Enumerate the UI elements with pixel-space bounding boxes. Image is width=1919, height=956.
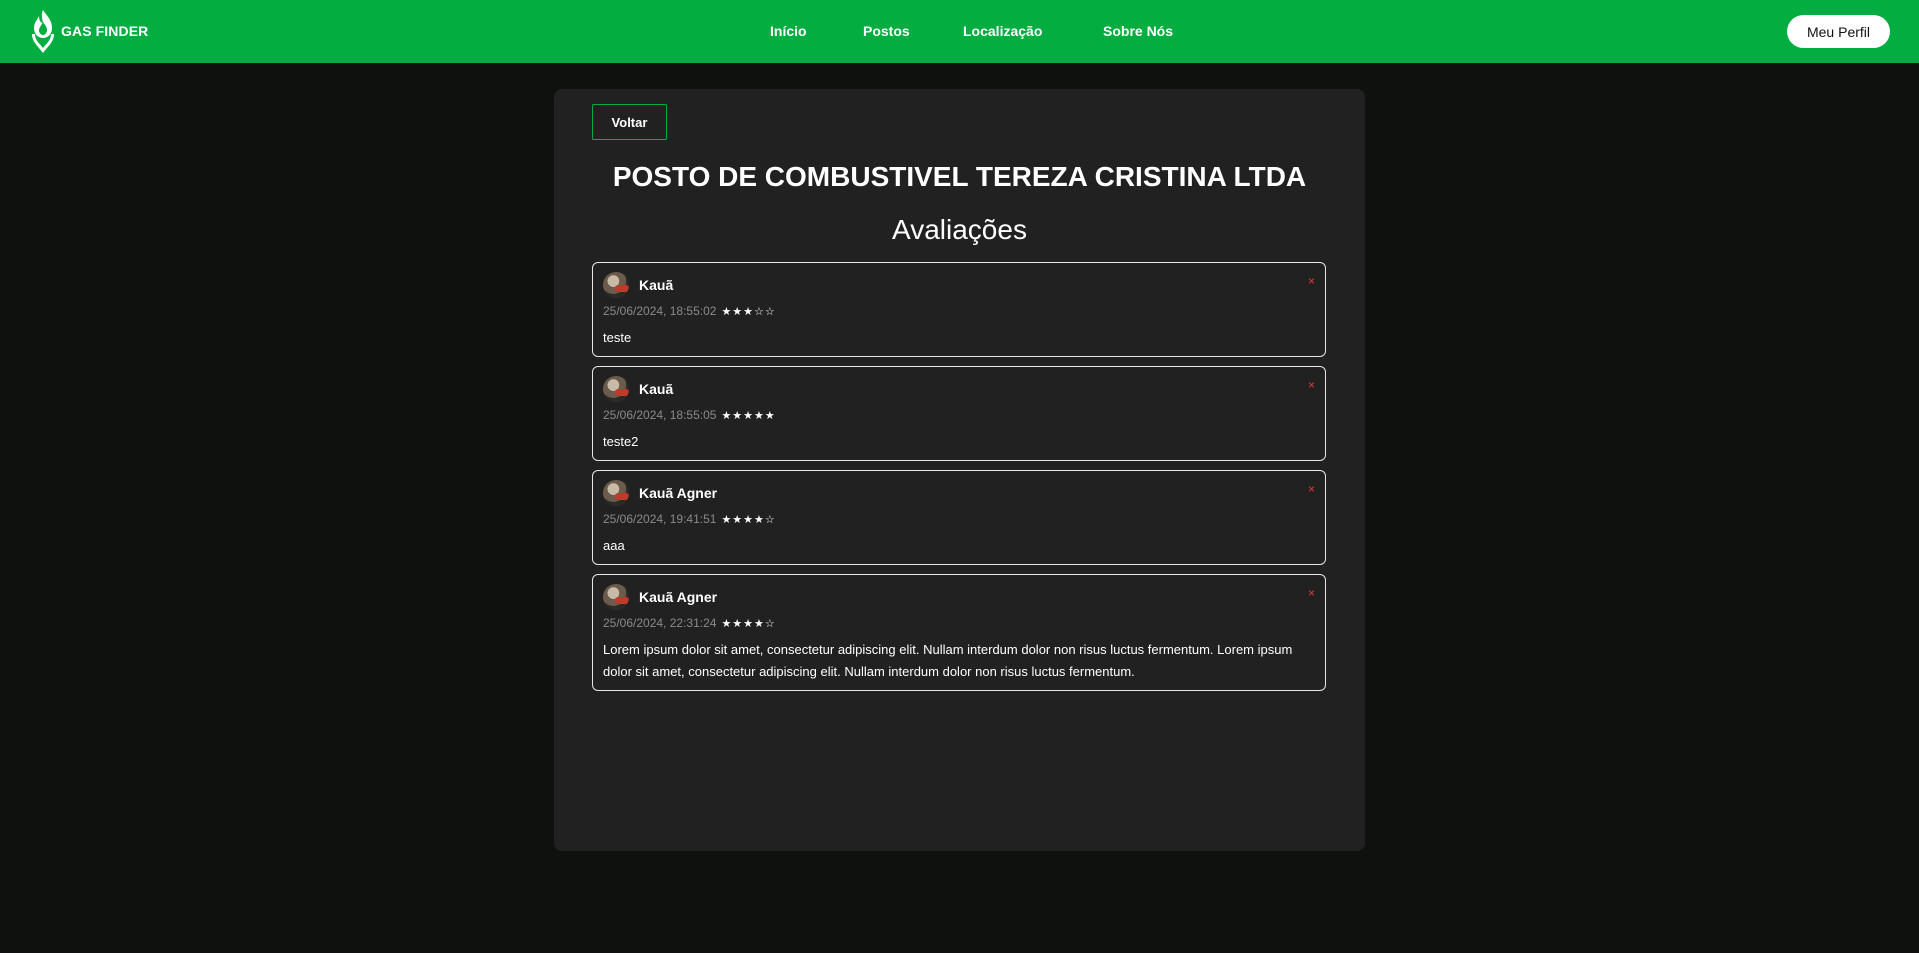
back-button[interactable]: Voltar [592, 104, 667, 140]
review-card: Kauã × 25/06/2024, 18:55:02 ★★★☆☆ teste [592, 262, 1326, 357]
delete-review-button[interactable]: × [1308, 587, 1315, 599]
review-card: Kauã Agner × 25/06/2024, 19:41:51 ★★★★☆ … [592, 470, 1326, 565]
avatar [603, 584, 629, 610]
review-author: Kauã Agner [639, 589, 718, 605]
delete-review-button[interactable]: × [1308, 379, 1315, 391]
review-date: 25/06/2024, 18:55:02 [603, 304, 717, 318]
star-rating-icon: ★★★☆☆ [721, 304, 776, 318]
delete-review-button[interactable]: × [1308, 275, 1315, 287]
review-comment: aaa [603, 538, 625, 553]
reviews-panel: Voltar POSTO DE COMBUSTIVEL TEREZA CRIST… [554, 89, 1365, 851]
reviews-heading: Avaliações [892, 214, 1027, 245]
nav-link-inicio[interactable]: Início [770, 23, 807, 39]
avatar [603, 376, 629, 402]
review-comment: teste2 [603, 434, 639, 449]
review-comment: Lorem ipsum dolor sit amet, consectetur … [603, 642, 1293, 679]
main-nav: Início Postos Localização Sobre Nós [0, 0, 1919, 63]
nav-link-localizacao[interactable]: Localização [963, 23, 1042, 39]
review-date: 25/06/2024, 19:41:51 [603, 512, 717, 526]
star-rating-icon: ★★★★★ [721, 408, 776, 422]
top-navbar: GAS FINDER Início Postos Localização Sob… [0, 0, 1919, 63]
nav-link-postos[interactable]: Postos [863, 23, 910, 39]
profile-button[interactable]: Meu Perfil [1787, 15, 1890, 48]
review-author: Kauã [639, 277, 674, 293]
reviews-list: Kauã × 25/06/2024, 18:55:02 ★★★☆☆ teste … [592, 262, 1326, 700]
review-date: 25/06/2024, 18:55:05 [603, 408, 717, 422]
review-author: Kauã [639, 381, 674, 397]
star-rating-icon: ★★★★☆ [721, 616, 776, 630]
delete-review-button[interactable]: × [1308, 483, 1315, 495]
review-date: 25/06/2024, 22:31:24 [603, 616, 717, 630]
review-card: Kauã Agner × 25/06/2024, 22:31:24 ★★★★☆ … [592, 574, 1326, 691]
review-author: Kauã Agner [639, 485, 718, 501]
avatar [603, 480, 629, 506]
avatar [603, 272, 629, 298]
station-title: POSTO DE COMBUSTIVEL TEREZA CRISTINA LTD… [612, 161, 1307, 192]
review-card: Kauã × 25/06/2024, 18:55:05 ★★★★★ teste2 [592, 366, 1326, 461]
nav-link-sobre-nos[interactable]: Sobre Nós [1103, 23, 1173, 39]
star-rating-icon: ★★★★☆ [721, 512, 776, 526]
review-comment: teste [603, 330, 632, 345]
